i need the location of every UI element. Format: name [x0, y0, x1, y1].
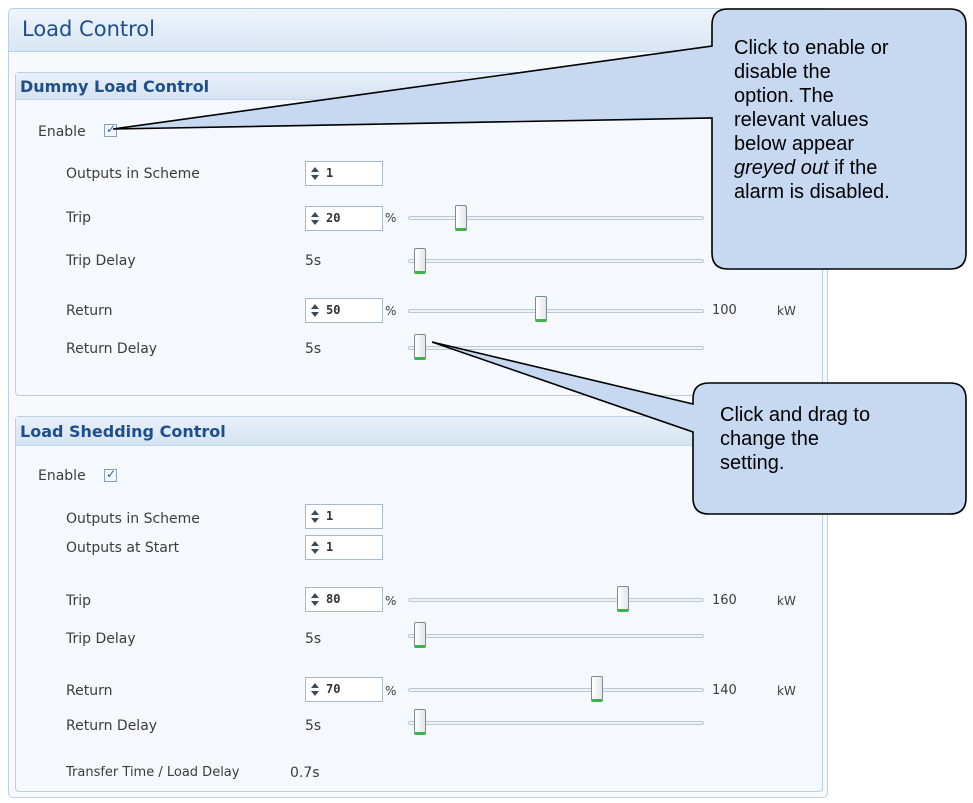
enable-callout-line-4: relevant values: [734, 109, 869, 131]
enable-callout-line-6: greyed out if the: [734, 156, 959, 180]
enable-callout-line-7: alarm is disabled.: [734, 181, 890, 203]
drag-callout-line-3: setting.: [720, 452, 785, 474]
enable-callout-line-5: below appear: [734, 133, 855, 155]
drag-callout-line-2: change the: [720, 428, 819, 450]
drag-callout-line-1: Click and drag to: [720, 404, 871, 426]
enable-callout-line-1: Click to enable or: [734, 37, 889, 59]
enable-callout-line-2: disable the: [734, 61, 831, 83]
drag-callout-text: Click and drag to change the setting.: [720, 403, 955, 475]
enable-callout-text: Click to enable or disable the option. T…: [734, 36, 959, 204]
enable-callout-line-3: option. The: [734, 85, 834, 107]
enable-callout-italic: greyed out: [734, 157, 829, 179]
enable-callout-line-6-rest: if the: [828, 157, 878, 179]
